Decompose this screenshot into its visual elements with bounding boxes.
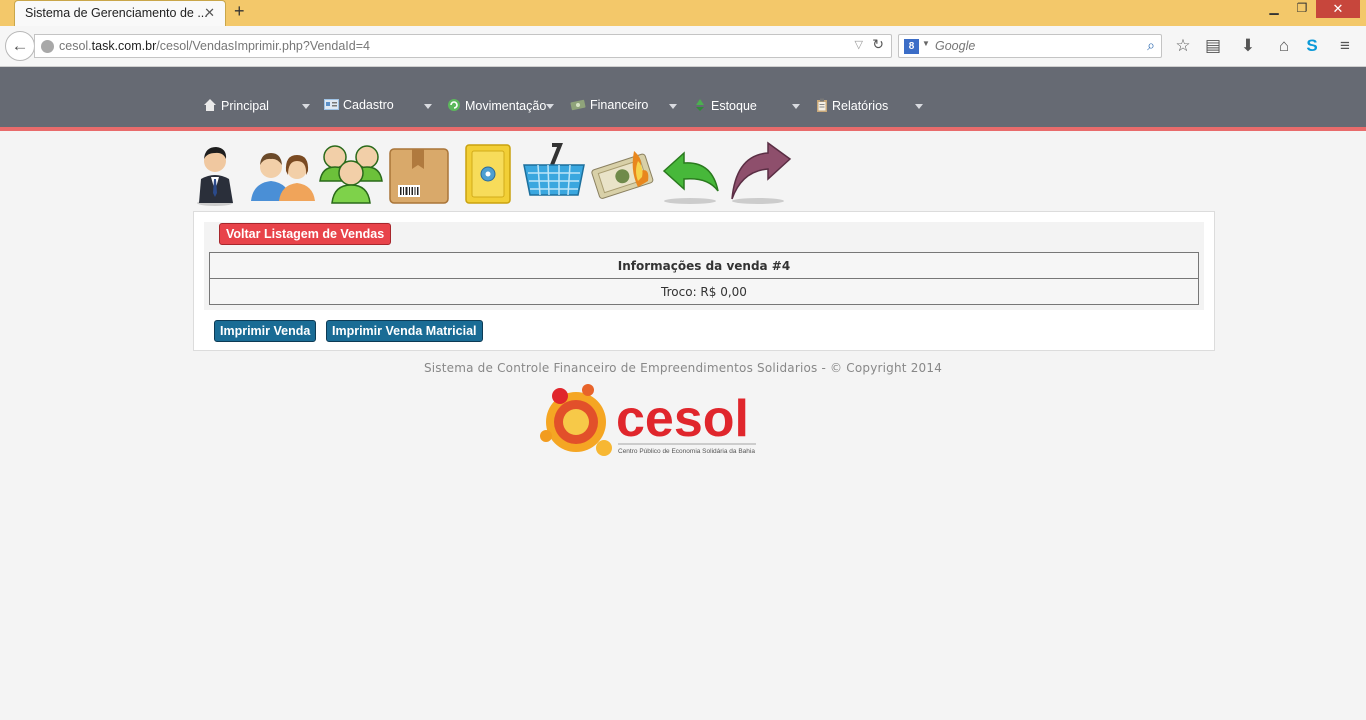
url-bar[interactable]: cesol.task.com.br/cesol/VendasImprimir.p… bbox=[34, 34, 892, 58]
menu-principal[interactable]: Principal bbox=[203, 98, 269, 114]
browser-titlebar: Sistema de Gerenciamento de ... ✕ + ▁ ❐ … bbox=[0, 0, 1366, 26]
menu-relatorios[interactable]: Relatórios bbox=[816, 98, 888, 114]
print-sale-matrix-button[interactable]: Imprimir Venda Matricial bbox=[326, 320, 483, 342]
back-to-sales-list-button[interactable]: Voltar Listagem de Vendas bbox=[219, 223, 392, 245]
chevron-down-icon[interactable] bbox=[302, 104, 310, 109]
google-engine-icon[interactable]: 8 bbox=[904, 39, 919, 54]
skype-icon[interactable]: S bbox=[1300, 36, 1324, 56]
url-history-dropdown-icon[interactable]: ▽ bbox=[855, 38, 863, 51]
menu-financeiro[interactable]: Financeiro bbox=[570, 98, 648, 114]
menu-cadastro-label: Cadastro bbox=[343, 98, 394, 112]
sale-info-table: Informações da venda #4 Troco: R$ 0,00 bbox=[209, 252, 1199, 305]
menu-estoque-label: Estoque bbox=[711, 99, 757, 113]
chevron-down-icon[interactable] bbox=[915, 104, 923, 109]
group-icon[interactable] bbox=[318, 141, 384, 209]
clipboard-icon bbox=[817, 98, 827, 112]
download-icon[interactable]: ⬇ bbox=[1236, 36, 1260, 56]
chevron-down-icon[interactable] bbox=[546, 104, 554, 109]
browser-navbar: ← cesol.task.com.br/cesol/VendasImprimir… bbox=[0, 26, 1366, 67]
safe-icon[interactable] bbox=[464, 141, 514, 209]
window-close-icon[interactable]: ✕ bbox=[1316, 0, 1360, 18]
menu-movimentacao[interactable]: Movimentação bbox=[447, 98, 546, 114]
globe-icon bbox=[41, 40, 54, 53]
footer-copyright: Sistema de Controle Financeiro de Empree… bbox=[423, 361, 943, 375]
restore-icon[interactable]: ❐ bbox=[1288, 0, 1316, 18]
menu-financeiro-label: Financeiro bbox=[590, 98, 649, 112]
table-header-cell: Informações da venda #4 bbox=[209, 252, 1199, 279]
menu-principal-label: Principal bbox=[221, 99, 269, 113]
menu-cadastro[interactable]: Cadastro bbox=[324, 98, 394, 114]
chevron-down-icon[interactable] bbox=[669, 104, 677, 109]
refresh-icon bbox=[448, 99, 460, 111]
reload-icon[interactable]: ↻ bbox=[872, 36, 884, 53]
table-row: Informações da venda #4 bbox=[209, 252, 1199, 279]
engine-dropdown-icon[interactable]: ▼ bbox=[922, 39, 930, 48]
new-tab-icon[interactable]: + bbox=[234, 1, 245, 22]
menu-estoque[interactable]: Estoque bbox=[693, 98, 757, 114]
home-icon[interactable]: ⌂ bbox=[1272, 36, 1296, 56]
redo-arrow-icon[interactable] bbox=[728, 141, 792, 209]
tab-title: Sistema de Gerenciamento de ... bbox=[25, 6, 208, 20]
businessman-icon[interactable] bbox=[195, 141, 239, 209]
recycle-icon bbox=[696, 99, 704, 111]
basket-icon[interactable] bbox=[522, 141, 586, 209]
money-icon bbox=[570, 99, 586, 111]
cesol-logo: cesol Centro Público de Economia Solidár… bbox=[536, 378, 760, 464]
table-row: Troco: R$ 0,00 bbox=[209, 278, 1199, 305]
site-header: Principal Cadastro Movimentação Financei… bbox=[0, 67, 1366, 127]
search-placeholder: Google bbox=[935, 39, 976, 53]
chevron-down-icon[interactable] bbox=[792, 104, 800, 109]
chevron-down-icon[interactable] bbox=[424, 104, 432, 109]
hamburger-menu-icon[interactable]: ≡ bbox=[1333, 36, 1357, 56]
bookmark-star-icon[interactable]: ☆ bbox=[1171, 36, 1195, 56]
search-icon[interactable]: ⌕ bbox=[1147, 37, 1155, 54]
home-icon bbox=[204, 99, 216, 111]
undo-arrow-icon[interactable] bbox=[660, 141, 722, 209]
change-amount-cell: Troco: R$ 0,00 bbox=[209, 278, 1199, 305]
users-icon[interactable] bbox=[249, 141, 317, 209]
url-text: cesol.task.com.br/cesol/VendasImprimir.p… bbox=[59, 39, 370, 53]
print-sale-button[interactable]: Imprimir Venda bbox=[214, 320, 317, 342]
menu-relatorios-label: Relatórios bbox=[832, 99, 889, 113]
menu-movimentacao-label: Movimentação bbox=[465, 99, 547, 113]
tab-close-icon[interactable]: ✕ bbox=[204, 5, 215, 21]
back-arrow-icon[interactable]: ← bbox=[5, 31, 35, 61]
minimize-icon[interactable]: ▁ bbox=[1260, 0, 1288, 18]
package-icon[interactable] bbox=[388, 141, 452, 209]
card-icon bbox=[324, 99, 339, 110]
header-accent-line bbox=[0, 127, 1366, 131]
logo-subtitle: Centro Público de Economia Solidária da … bbox=[618, 448, 755, 455]
search-bar[interactable]: 8 ▼ Google ⌕ bbox=[898, 34, 1162, 58]
cash-icon[interactable] bbox=[590, 141, 656, 209]
reading-list-icon[interactable]: ▤ bbox=[1201, 36, 1225, 56]
logo-wordmark: cesol bbox=[616, 390, 749, 448]
browser-tab[interactable]: Sistema de Gerenciamento de ... ✕ bbox=[14, 0, 226, 26]
